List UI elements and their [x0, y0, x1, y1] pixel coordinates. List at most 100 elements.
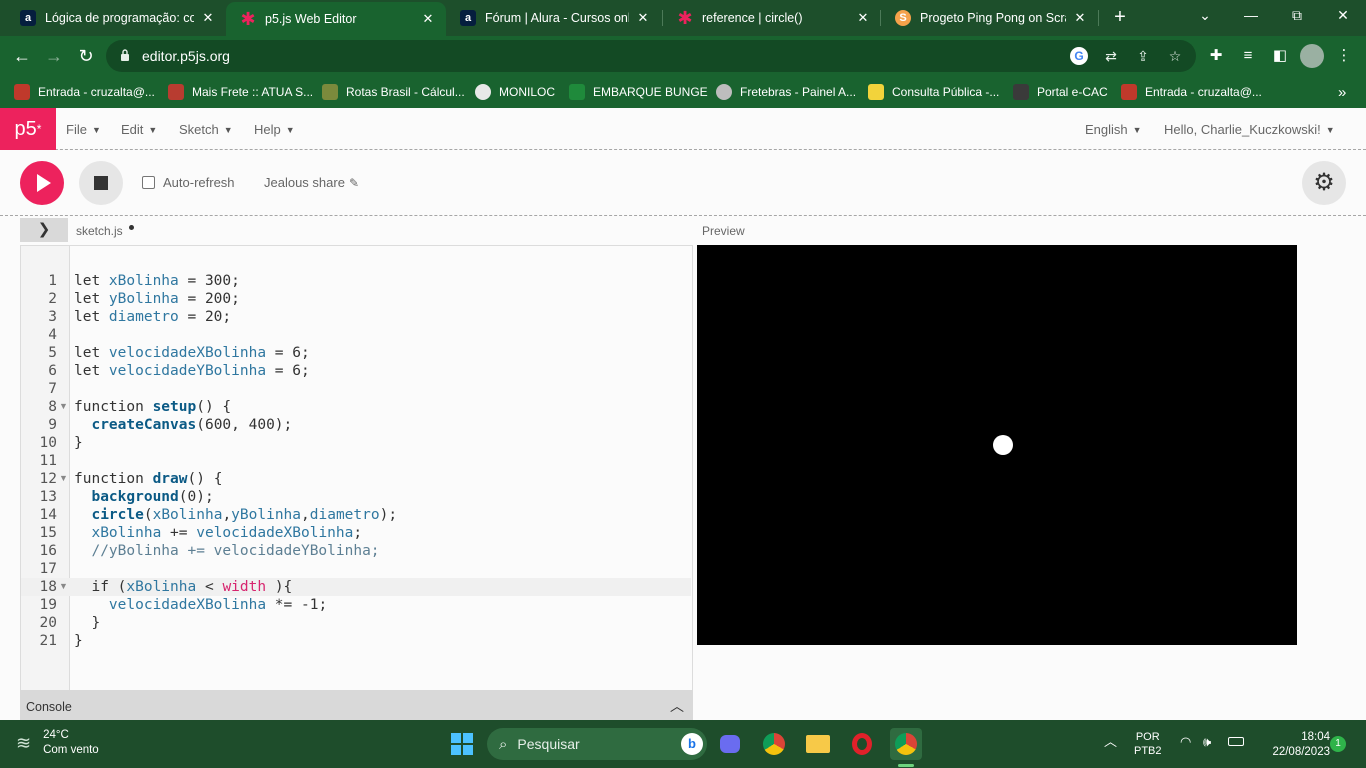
- code-line[interactable]: }: [21, 614, 691, 632]
- chrome-profile-icon[interactable]: [890, 728, 922, 760]
- play-button[interactable]: [20, 161, 64, 205]
- tab-logica[interactable]: a Lógica de programação: com ✕: [6, 0, 226, 36]
- tab-reference-circle[interactable]: ✱ reference | circle() ✕: [663, 0, 881, 36]
- bookmark-item[interactable]: Entrada - cruzalta@...: [14, 82, 155, 102]
- volume-icon[interactable]: 🕪: [1203, 735, 1211, 749]
- mail-icon: [14, 84, 30, 100]
- sketch-name[interactable]: Jealous share ✎: [264, 175, 359, 190]
- side-panel-icon[interactable]: ◧: [1268, 44, 1292, 68]
- tab-p5-editor[interactable]: ✱ p5.js Web Editor ✕: [226, 2, 446, 36]
- menu-file[interactable]: File ▼: [66, 122, 101, 137]
- file-name[interactable]: sketch.js: [76, 224, 123, 238]
- sidebar-toggle-chevron-icon[interactable]: ❯: [20, 218, 68, 242]
- code-line[interactable]: let xBolinha = 300;: [21, 272, 691, 290]
- translate-icon[interactable]: ⇄: [1102, 47, 1120, 65]
- close-tab-icon[interactable]: ✕: [420, 11, 436, 27]
- minimize-button[interactable]: —: [1228, 0, 1274, 32]
- file-explorer-icon[interactable]: [802, 728, 834, 760]
- p5-asterisk-icon: ✱: [677, 7, 693, 28]
- bing-icon[interactable]: b: [681, 733, 703, 755]
- address-bar[interactable]: editor.p5js.org G ⇄ ⇪ ☆: [106, 40, 1196, 72]
- fold-arrow-icon[interactable]: ▼: [59, 473, 68, 483]
- p5-logo[interactable]: p5 *: [0, 108, 56, 150]
- battery-icon[interactable]: [1228, 736, 1244, 750]
- code-line[interactable]: //yBolinha += velocidadeYBolinha;: [21, 542, 691, 560]
- code-line[interactable]: }: [21, 434, 691, 452]
- close-tab-icon[interactable]: ✕: [1072, 10, 1088, 26]
- code-line[interactable]: let velocidadeYBolinha = 6;: [21, 362, 691, 380]
- code-line-active[interactable]: if (xBolinha < width ){: [21, 578, 691, 596]
- restore-button[interactable]: ⧉: [1274, 0, 1320, 32]
- new-tab-button[interactable]: +: [1109, 6, 1131, 28]
- teams-chat-icon[interactable]: [714, 728, 746, 760]
- bookmark-item[interactable]: Rotas Brasil - Cálcul...: [322, 82, 465, 102]
- code-line[interactable]: }: [21, 632, 691, 650]
- bookmark-item[interactable]: Mais Frete :: ATUA S...: [168, 82, 313, 102]
- auto-refresh-toggle[interactable]: Auto-refresh: [142, 175, 235, 190]
- tab-forum-alura[interactable]: a Fórum | Alura - Cursos online ✕: [446, 0, 661, 36]
- unsaved-dot-icon: [129, 225, 134, 230]
- preview-canvas[interactable]: [697, 245, 1297, 645]
- taskbar-search[interactable]: ⌕ Pesquisar b: [487, 728, 707, 760]
- console-bar[interactable]: Console ︿: [20, 690, 693, 720]
- code-line[interactable]: background(0);: [21, 488, 691, 506]
- menu-edit[interactable]: Edit ▼: [121, 122, 157, 137]
- tab-ping-pong-scratch[interactable]: S Progeto Ping Pong on Scratch ✕: [881, 0, 1098, 36]
- pencil-icon[interactable]: ✎: [349, 176, 359, 190]
- code-line[interactable]: xBolinha += velocidadeXBolinha;: [21, 524, 691, 542]
- bookmark-item[interactable]: Fretebras - Painel A...: [716, 82, 856, 102]
- bookmark-item[interactable]: Entrada - cruzalta@...: [1121, 82, 1262, 102]
- fold-arrow-icon[interactable]: ▼: [59, 401, 68, 411]
- tab-search-button[interactable]: ⌄: [1182, 0, 1228, 32]
- bookmark-star-icon[interactable]: ☆: [1166, 47, 1184, 65]
- bookmark-item[interactable]: MONILOC: [475, 82, 555, 102]
- notification-badge[interactable]: 1: [1330, 736, 1346, 752]
- code-line[interactable]: let velocidadeXBolinha = 6;: [21, 344, 691, 362]
- language-menu[interactable]: English ▼: [1085, 122, 1142, 137]
- reload-icon[interactable]: ↻: [74, 44, 98, 68]
- code-editor[interactable]: let xBolinha = 300; let yBolinha = 200; …: [20, 245, 693, 690]
- chrome-icon[interactable]: [758, 728, 790, 760]
- chrome-menu-icon[interactable]: ⋮: [1332, 44, 1356, 68]
- settings-gear-icon[interactable]: ⚙: [1302, 161, 1346, 205]
- close-tab-icon[interactable]: ✕: [855, 10, 871, 26]
- code-line[interactable]: let yBolinha = 200;: [21, 290, 691, 308]
- code-line[interactable]: createCanvas(600, 400);: [21, 416, 691, 434]
- close-window-button[interactable]: ✕: [1320, 0, 1366, 32]
- user-menu[interactable]: Hello, Charlie_Kuczkowski! ▼: [1164, 122, 1335, 137]
- wifi-icon[interactable]: ◠: [1180, 735, 1191, 749]
- code-line[interactable]: circle(xBolinha,yBolinha,diametro);: [21, 506, 691, 524]
- profile-avatar[interactable]: [1300, 44, 1324, 68]
- extensions-icon[interactable]: ✚: [1204, 44, 1228, 68]
- tray-overflow-chevron-icon[interactable]: ︿: [1104, 735, 1117, 749]
- code-line[interactable]: let diametro = 20;: [21, 308, 691, 326]
- media-queue-icon[interactable]: ≡: [1236, 44, 1260, 68]
- system-clock[interactable]: 18:04 22/08/2023: [1256, 730, 1330, 760]
- code-line[interactable]: velocidadeXBolinha *= -1;: [21, 596, 691, 614]
- chevron-up-icon[interactable]: ︿: [670, 696, 684, 716]
- opera-icon[interactable]: [846, 728, 878, 760]
- menu-sketch[interactable]: Sketch ▼: [179, 122, 233, 137]
- back-icon[interactable]: ←: [10, 44, 34, 68]
- code-line[interactable]: function setup() {: [21, 398, 691, 416]
- file-header: ❯ sketch.js: [20, 218, 692, 244]
- bookmark-item[interactable]: Consulta Pública -...: [868, 82, 999, 102]
- bookmark-label: EMBARQUE BUNGE: [593, 85, 708, 99]
- windows-start-icon[interactable]: [446, 728, 478, 760]
- stop-button[interactable]: [79, 161, 123, 205]
- menu-help[interactable]: Help ▼: [254, 122, 295, 137]
- share-icon[interactable]: ⇪: [1134, 47, 1152, 65]
- bookmark-item[interactable]: EMBARQUE BUNGE: [569, 82, 708, 102]
- weather-widget[interactable]: ≋ 24°C Com vento: [16, 728, 99, 758]
- auto-refresh-checkbox[interactable]: [142, 176, 155, 189]
- forward-icon[interactable]: →: [42, 44, 66, 68]
- bookmark-item[interactable]: Portal e-CAC: [1013, 82, 1108, 102]
- close-tab-icon[interactable]: ✕: [200, 10, 216, 26]
- keyboard-language[interactable]: POR PTB2: [1134, 730, 1162, 758]
- close-tab-icon[interactable]: ✕: [635, 10, 651, 26]
- alura-icon: a: [460, 10, 476, 26]
- fold-arrow-icon[interactable]: ▼: [59, 581, 68, 591]
- more-bookmarks-button[interactable]: »: [1338, 82, 1346, 102]
- google-icon[interactable]: G: [1070, 47, 1088, 65]
- code-line[interactable]: function draw() {: [21, 470, 691, 488]
